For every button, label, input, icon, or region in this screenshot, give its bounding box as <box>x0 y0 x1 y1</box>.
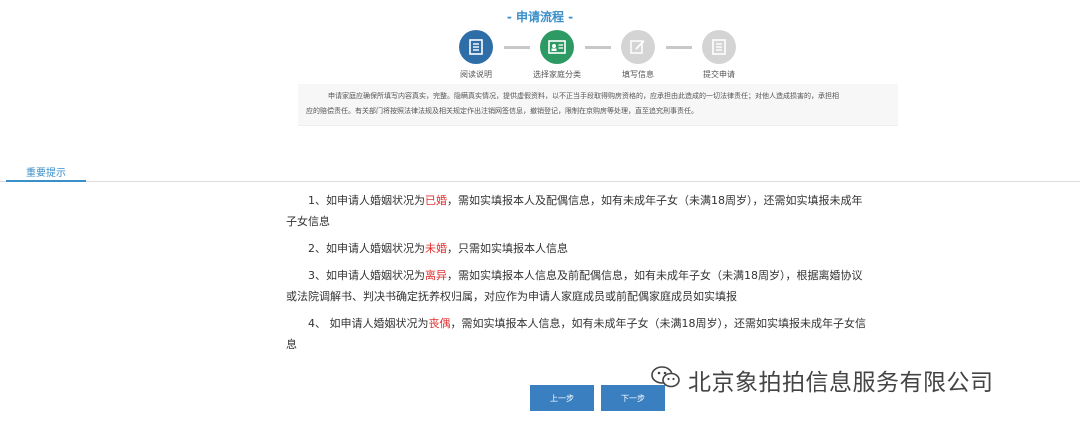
edit-icon <box>621 30 655 64</box>
step-label: 选择家庭分类 <box>533 70 581 79</box>
marital-status-single: 未婚 <box>425 242 447 255</box>
step-label: 填写信息 <box>622 70 654 79</box>
step-label: 阅读说明 <box>460 70 492 79</box>
step-fill-info[interactable]: 填写信息 <box>598 30 678 80</box>
important-tips: 1、如申请人婚姻状况为已婚，需如实填报本人及配偶信息，如有未成年子女（未满18周… <box>286 190 926 361</box>
watermark: 北京象拍拍信息服务有限公司 <box>650 364 994 396</box>
flow-title: - 申请流程 - <box>506 10 574 24</box>
marital-status-married: 已婚 <box>425 194 447 207</box>
document-icon <box>459 30 493 64</box>
legal-notice: 申请家庭应确保所填写内容真实，完整。隐瞒真实情况，提供虚假资料，以不正当手段取得… <box>298 84 898 126</box>
notice-line-1: 申请家庭应确保所填写内容真实，完整。隐瞒真实情况，提供虚假资料，以不正当手段取得… <box>328 92 839 100</box>
document-icon <box>702 30 736 64</box>
marital-status-divorced: 离异 <box>425 269 447 282</box>
previous-step-button[interactable]: 上一步 <box>530 385 594 411</box>
step-choose-family-type[interactable]: 选择家庭分类 <box>517 30 597 80</box>
tab-important-notes[interactable]: 重要提示 <box>6 164 86 182</box>
tip-item: 3、如申请人婚姻状况为离异，需如实填报本人信息及前配偶信息，如有未成年子女（未满… <box>286 269 863 303</box>
process-steps: 阅读说明 选择家庭分类 填写信息 提交申请 <box>0 30 1080 82</box>
marital-status-widowed: 丧偶 <box>428 317 451 330</box>
tab-bar: 重要提示 <box>0 158 1080 182</box>
step-label: 提交申请 <box>703 70 735 79</box>
id-card-icon <box>540 30 574 64</box>
step-submit[interactable]: 提交申请 <box>679 30 759 80</box>
step-read-instructions[interactable]: 阅读说明 <box>436 30 516 80</box>
tip-item: 2、如申请人婚姻状况为未婚，只需如实填报本人信息 <box>308 242 568 255</box>
tip-item: 4、 如申请人婚姻状况为丧偶，需如实填报本人信息，如有未成年子女（未满18周岁）… <box>286 317 866 351</box>
watermark-text: 北京象拍拍信息服务有限公司 <box>688 370 994 396</box>
notice-line-2: 应的赔偿责任。有关部门将按照法律法规及相关规定作出注销网签信息，撤销登记，限制在… <box>306 107 698 115</box>
tip-item: 1、如申请人婚姻状况为已婚，需如实填报本人及配偶信息，如有未成年子女（未满18周… <box>286 194 863 228</box>
wechat-icon <box>650 364 682 396</box>
